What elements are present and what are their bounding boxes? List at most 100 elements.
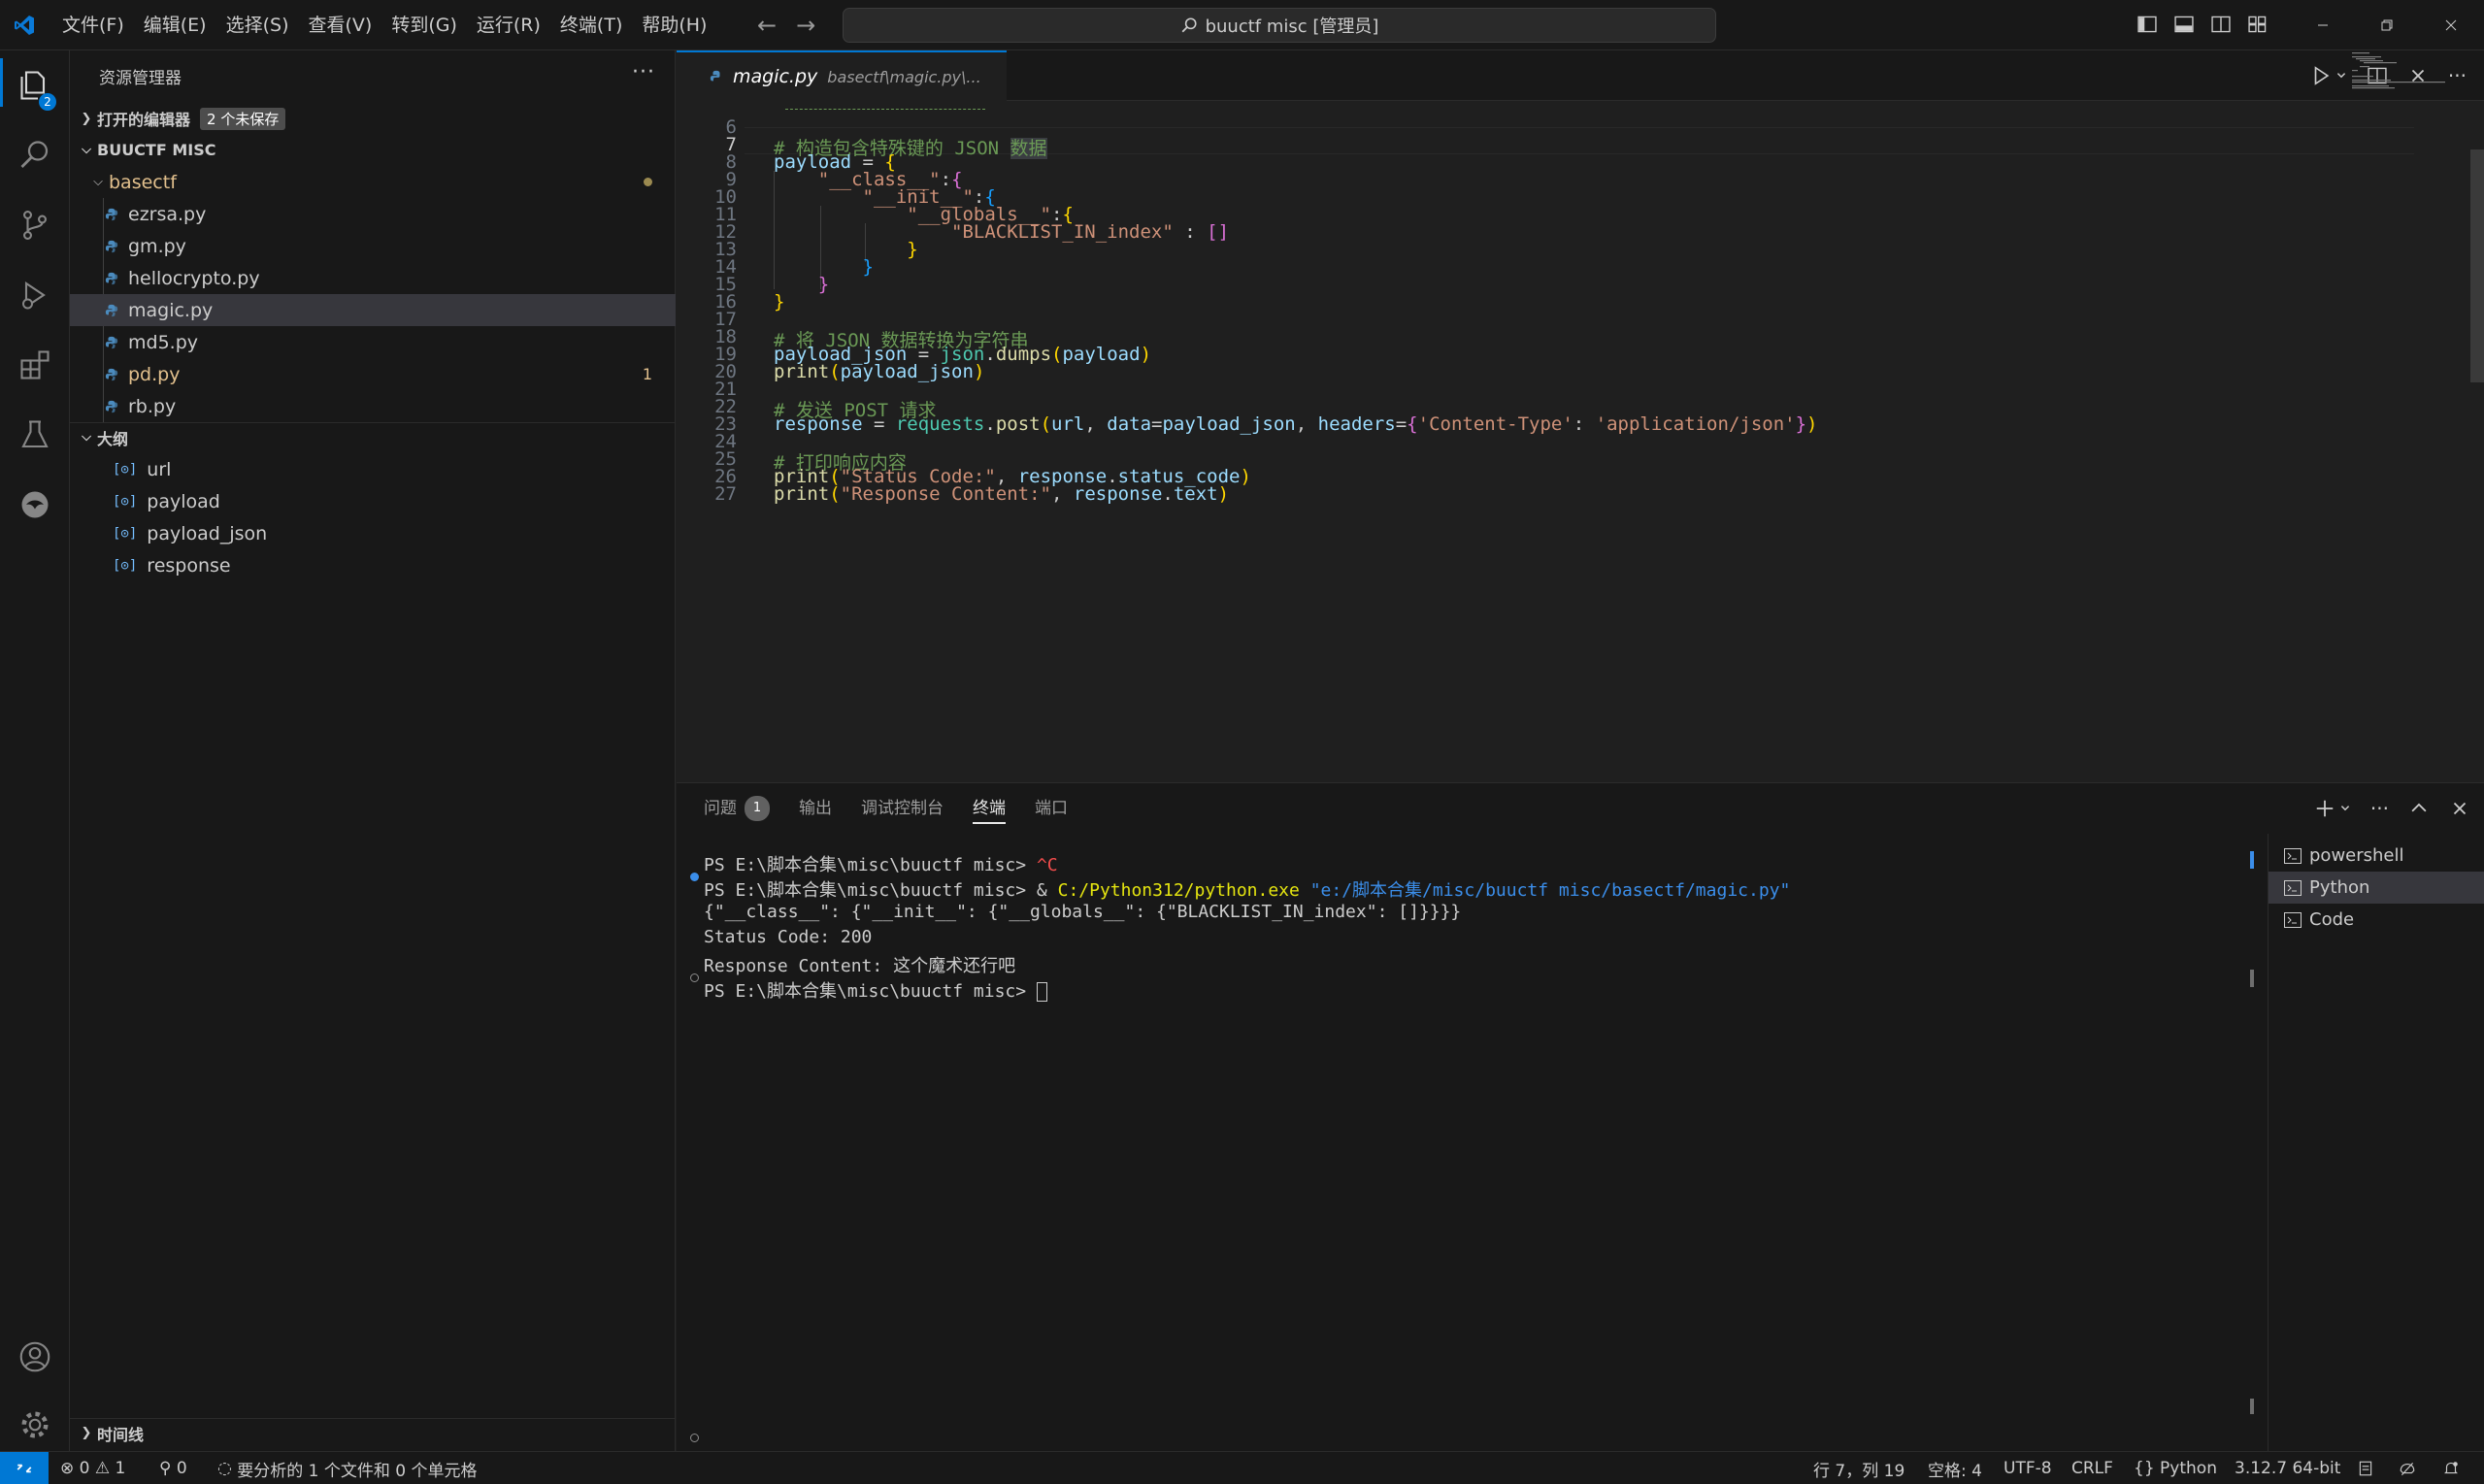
code-token: ( bbox=[1051, 344, 1063, 365]
terminal-instance-selected[interactable]: Python bbox=[2269, 872, 2484, 904]
explorer-badge: 2 bbox=[39, 93, 56, 111]
chevron-down-icon: ⌵ bbox=[82, 430, 91, 445]
menu-help[interactable]: 帮助(H) bbox=[632, 0, 716, 50]
file-item[interactable]: ezrsa.py bbox=[70, 198, 676, 230]
run-debug-activity-button[interactable] bbox=[0, 266, 70, 324]
restore-button[interactable] bbox=[2355, 0, 2419, 50]
file-name: magic.py bbox=[128, 299, 214, 321]
command-pending-dot-icon[interactable] bbox=[690, 1434, 699, 1442]
explorer-activity-button[interactable]: 2 bbox=[0, 56, 70, 115]
python-file-icon bbox=[105, 368, 118, 380]
tab-problems[interactable]: 问题 1 bbox=[704, 783, 770, 834]
account-icon bbox=[19, 1341, 50, 1372]
menu-view[interactable]: 查看(V) bbox=[299, 0, 382, 50]
tab-terminal[interactable]: 终端 bbox=[973, 783, 1006, 834]
outline-item[interactable]: [⊙] response bbox=[70, 549, 676, 581]
file-item[interactable]: hellocrypto.py bbox=[70, 262, 676, 294]
run-file-icon[interactable] bbox=[2310, 65, 2332, 86]
python-interpreter[interactable]: 3.12.7 64-bit bbox=[2235, 1452, 2340, 1484]
bell-icon bbox=[2444, 1462, 2458, 1474]
menu-file[interactable]: 文件(F) bbox=[52, 0, 134, 50]
menu-selection[interactable]: 选择(S) bbox=[216, 0, 299, 50]
menu-go[interactable]: 转到(G) bbox=[381, 0, 467, 50]
maximize-panel-icon[interactable] bbox=[2408, 798, 2430, 819]
close-window-button[interactable] bbox=[2419, 0, 2483, 50]
notifications-button[interactable] bbox=[2442, 1452, 2460, 1484]
tab-ports[interactable]: 端口 bbox=[1035, 783, 1068, 834]
indentation-status[interactable]: 空格: 4 bbox=[1928, 1452, 1982, 1484]
timeline-section[interactable]: ❯ 时间线 bbox=[70, 1418, 676, 1447]
remote-explorer-activity-button[interactable] bbox=[0, 476, 70, 534]
chevron-down-icon[interactable] bbox=[2339, 798, 2351, 819]
terminal-instance-label: powershell bbox=[2309, 845, 2404, 866]
toggle-secondary-sidebar-icon[interactable] bbox=[2209, 14, 2233, 35]
search-activity-button[interactable] bbox=[0, 126, 70, 184]
toggle-panel-icon[interactable] bbox=[2172, 14, 2196, 35]
ports-status[interactable]: ⚲ 0 bbox=[159, 1452, 187, 1484]
tab-output[interactable]: 输出 bbox=[799, 783, 832, 834]
file-item[interactable]: gm.py bbox=[70, 230, 676, 262]
customize-layout-icon[interactable] bbox=[2246, 14, 2269, 35]
terminal-output[interactable]: PS E:\脚本合集\misc\buuctf misc> ^C PS E:\脚本… bbox=[690, 843, 2237, 1445]
code-token: response bbox=[774, 413, 863, 435]
open-editors-section[interactable]: ❯ 打开的编辑器 2 个未保存 bbox=[70, 104, 676, 133]
forward-arrow-icon[interactable]: → bbox=[796, 12, 815, 39]
workspace-section[interactable]: ⌵ BUUCTF MISC bbox=[70, 135, 676, 164]
new-terminal-icon[interactable] bbox=[2314, 798, 2335, 819]
close-icon[interactable] bbox=[2449, 798, 2470, 819]
terminal-scrollbar[interactable] bbox=[2250, 841, 2254, 1414]
more-actions-icon[interactable]: ··· bbox=[632, 60, 655, 84]
menu-run[interactable]: 运行(R) bbox=[467, 0, 550, 50]
analysis-status[interactable]: ◌ 要分析的 1 个文件和 0 个单元格 bbox=[217, 1452, 478, 1484]
outline-section[interactable]: ⌵ 大纲 bbox=[70, 422, 676, 451]
terminal-instance[interactable]: powershell bbox=[2269, 840, 2484, 872]
file-item[interactable]: md5.py bbox=[70, 326, 676, 358]
menu-terminal[interactable]: 终端(T) bbox=[550, 0, 632, 50]
chevron-down-icon[interactable] bbox=[2335, 65, 2347, 86]
outline-item[interactable]: [⊙] payload_json bbox=[70, 517, 676, 549]
eol-status[interactable]: CRLF bbox=[2071, 1452, 2113, 1484]
command-pending-dot-icon[interactable] bbox=[690, 973, 699, 982]
more-actions-icon[interactable]: ··· bbox=[2370, 797, 2389, 820]
unsaved-badge: 2 个未保存 bbox=[200, 107, 286, 130]
cursor-position[interactable]: 行 7，列 19 bbox=[1813, 1452, 1904, 1484]
tab-debug-console[interactable]: 调试控制台 bbox=[861, 783, 944, 834]
testing-activity-button[interactable] bbox=[0, 406, 70, 464]
file-item-with-errors[interactable]: pd.py 1 bbox=[70, 358, 676, 390]
back-arrow-icon[interactable]: ← bbox=[757, 12, 777, 39]
code-editor[interactable]: 6 7 8 9 10 11 12 13 14 15 16 17 18 19 20… bbox=[677, 101, 2484, 782]
command-center-search[interactable]: buuctf misc [管理员] bbox=[843, 8, 1716, 43]
warning-count: 1 bbox=[115, 1459, 126, 1478]
minimap[interactable] bbox=[2352, 50, 2468, 109]
folder-basectf[interactable]: ⌵ basectf bbox=[70, 166, 676, 198]
terminal-instance[interactable]: Code bbox=[2269, 904, 2484, 936]
code-token: } bbox=[907, 239, 918, 260]
loading-icon: ◌ bbox=[217, 1459, 238, 1478]
command-success-dot-icon[interactable] bbox=[690, 873, 699, 881]
accounts-activity-button[interactable] bbox=[0, 1328, 70, 1386]
file-item[interactable]: rb.py bbox=[70, 390, 676, 422]
file-item-selected[interactable]: magic.py bbox=[70, 294, 676, 326]
outline-item[interactable]: [⊙] payload bbox=[70, 485, 676, 517]
encoding-status[interactable]: UTF-8 bbox=[2004, 1452, 2052, 1484]
tab-magic-py[interactable]: magic.py basectf\magic.py\... bbox=[677, 50, 1007, 101]
problems-status[interactable]: ⊗ 0 ⚠ 1 bbox=[60, 1452, 125, 1484]
remote-indicator-button[interactable] bbox=[0, 1452, 49, 1484]
code-token: , bbox=[1295, 413, 1318, 435]
outline-item[interactable]: [⊙] url bbox=[70, 453, 676, 485]
code-token: data bbox=[1107, 413, 1152, 435]
notebook-kernel-icon[interactable] bbox=[2357, 1452, 2374, 1484]
editor-scrollbar[interactable] bbox=[2470, 149, 2484, 382]
copilot-icon[interactable] bbox=[2398, 1452, 2417, 1484]
menu-edit[interactable]: 编辑(E) bbox=[134, 0, 216, 50]
python-file-icon bbox=[105, 336, 118, 348]
terminal-instance-label: Code bbox=[2309, 909, 2355, 930]
language-mode[interactable]: {} Python bbox=[2134, 1452, 2217, 1484]
code-token: ( bbox=[829, 483, 841, 505]
extensions-activity-button[interactable] bbox=[0, 336, 70, 394]
source-control-activity-button[interactable] bbox=[0, 196, 70, 254]
manage-activity-button[interactable] bbox=[0, 1396, 70, 1454]
toggle-primary-sidebar-icon[interactable] bbox=[2136, 14, 2159, 35]
minimize-button[interactable] bbox=[2291, 0, 2355, 50]
code-token: ( bbox=[829, 361, 841, 382]
